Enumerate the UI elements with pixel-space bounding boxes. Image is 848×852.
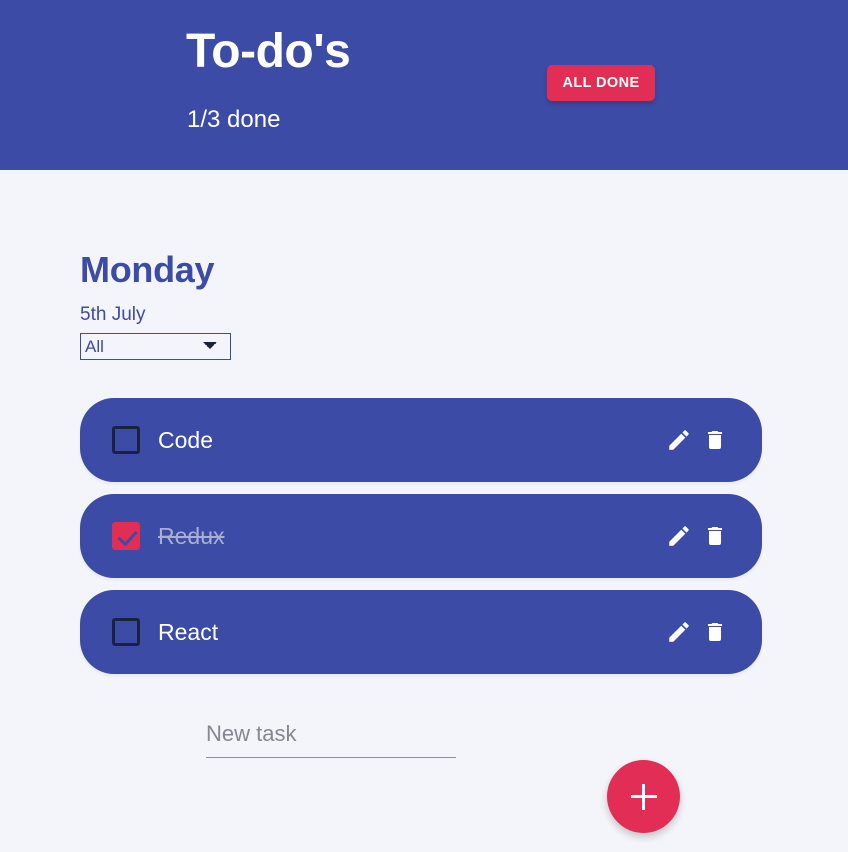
task-checkbox-unchecked[interactable] xyxy=(112,618,140,646)
pencil-icon[interactable] xyxy=(665,426,693,454)
task-row: Code xyxy=(80,398,762,482)
day-title: Monday xyxy=(80,249,215,290)
task-label: React xyxy=(158,618,219,645)
plus-icon xyxy=(641,783,646,810)
app-header: To-do's 1/3 done ALL DONE xyxy=(0,0,848,170)
task-checkbox-unchecked[interactable] xyxy=(112,426,140,454)
all-done-button[interactable]: ALL DONE xyxy=(547,65,655,101)
new-task-input[interactable] xyxy=(206,716,456,758)
page-title: To-do's xyxy=(186,25,351,78)
pencil-icon[interactable] xyxy=(665,618,693,646)
task-list: Code Redux React xyxy=(80,398,762,686)
task-label: Redux xyxy=(158,522,225,549)
task-row: Redux xyxy=(80,494,762,578)
task-filter-select[interactable]: AllDoneUndone xyxy=(80,333,231,360)
progress-counter: 1/3 done xyxy=(187,106,281,133)
task-checkbox-checked[interactable] xyxy=(112,522,140,550)
pencil-icon[interactable] xyxy=(665,522,693,550)
trash-icon[interactable] xyxy=(701,522,729,550)
trash-icon[interactable] xyxy=(701,618,729,646)
task-actions xyxy=(665,522,729,550)
trash-icon[interactable] xyxy=(701,426,729,454)
task-actions xyxy=(665,618,729,646)
task-row: React xyxy=(80,590,762,674)
add-task-fab[interactable] xyxy=(607,760,680,833)
day-date: 5th July xyxy=(80,304,146,325)
task-actions xyxy=(665,426,729,454)
task-label: Code xyxy=(158,426,213,453)
